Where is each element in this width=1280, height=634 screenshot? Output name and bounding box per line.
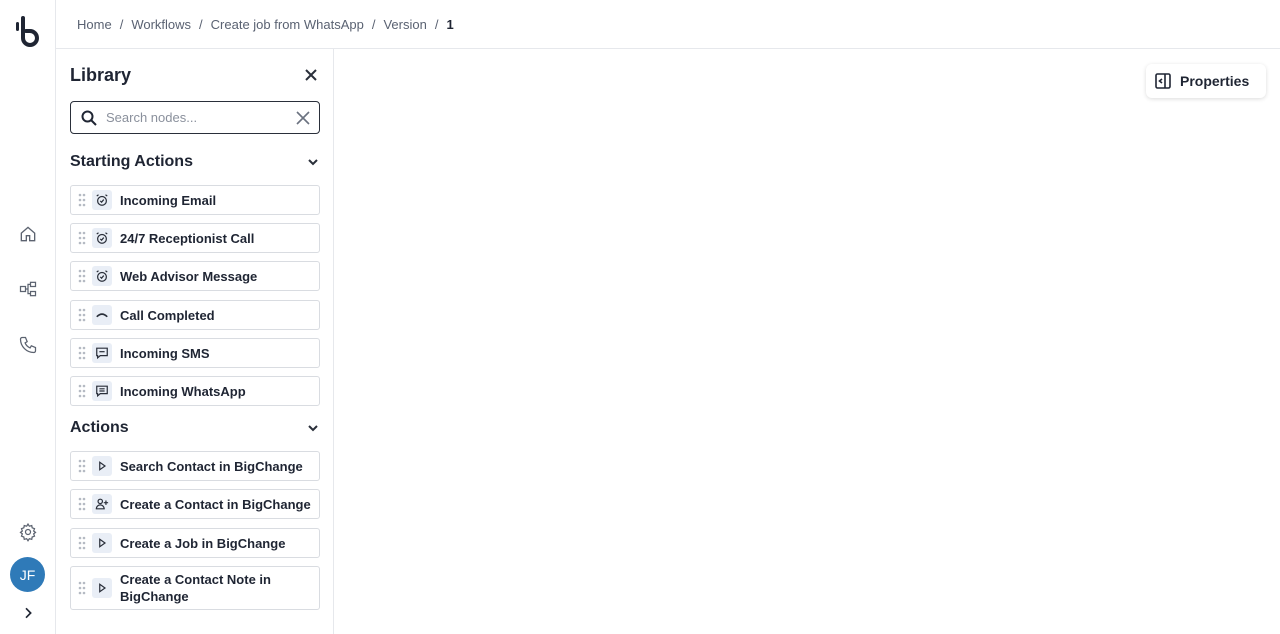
settings-gear-icon[interactable] — [16, 520, 40, 544]
search-input[interactable] — [106, 110, 286, 125]
node-label: Incoming SMS — [120, 345, 210, 361]
node-create-contact[interactable]: Create a Contact in BigChange — [70, 489, 320, 519]
alarm-clock-icon — [92, 266, 112, 286]
expand-chevron-right-icon[interactable] — [16, 601, 40, 625]
node-label: 24/7 Receptionist Call — [120, 230, 255, 246]
chevron-down-icon — [306, 421, 320, 435]
left-rail: JF — [0, 0, 56, 634]
play-icon — [92, 456, 112, 476]
user-add-icon — [92, 494, 112, 514]
drag-handle-icon[interactable] — [78, 193, 86, 207]
app: JF Home / Workflows / Create job from Wh… — [0, 0, 1280, 634]
alarm-clock-icon — [92, 190, 112, 210]
properties-label: Properties — [1180, 73, 1250, 89]
chat-text-icon — [92, 381, 112, 401]
drag-handle-icon[interactable] — [78, 581, 86, 595]
workflows-icon[interactable] — [16, 277, 40, 301]
drag-handle-icon[interactable] — [78, 459, 86, 473]
node-label: Create a Job in BigChange — [120, 535, 286, 551]
node-receptionist-call[interactable]: 24/7 Receptionist Call — [70, 223, 320, 253]
breadcrumb-version[interactable]: Version — [383, 17, 426, 32]
breadcrumb-workflow[interactable]: Create job from WhatsApp — [211, 17, 364, 32]
close-library-icon[interactable] — [302, 66, 320, 84]
breadcrumb-separator: / — [119, 16, 124, 32]
library-panel: Library Starting Actions Incoming Email — [56, 49, 334, 634]
node-label: Create a Contact Note in BigChange — [120, 572, 271, 604]
brand-logo[interactable] — [14, 14, 42, 48]
play-icon — [92, 578, 112, 598]
drag-handle-icon[interactable] — [78, 231, 86, 245]
panel-toggle-icon — [1154, 72, 1172, 90]
node-label: Search Contact in BigChange — [120, 458, 303, 474]
chevron-down-icon — [306, 155, 320, 169]
home-icon[interactable] — [16, 222, 40, 246]
user-avatar[interactable]: JF — [10, 557, 45, 592]
search-box — [70, 101, 320, 134]
section-starting-actions[interactable]: Starting Actions — [70, 150, 320, 174]
workflow-canvas[interactable] — [335, 49, 1280, 634]
node-create-job[interactable]: Create a Job in BigChange — [70, 528, 320, 558]
library-title: Library — [70, 65, 132, 85]
node-label: Call Completed — [120, 307, 215, 323]
node-web-advisor-message[interactable]: Web Advisor Message — [70, 261, 320, 291]
breadcrumb-separator: / — [434, 16, 439, 32]
breadcrumb-current: 1 — [446, 16, 454, 32]
node-incoming-email[interactable]: Incoming Email — [70, 185, 320, 215]
alarm-clock-icon — [92, 228, 112, 248]
breadcrumb-workflows[interactable]: Workflows — [131, 17, 191, 32]
drag-handle-icon[interactable] — [78, 269, 86, 283]
breadcrumb: Home / Workflows / Create job from Whats… — [56, 0, 1280, 49]
node-incoming-whatsapp[interactable]: Incoming WhatsApp — [70, 376, 320, 406]
breadcrumb-separator: / — [199, 16, 203, 32]
phone-icon[interactable] — [16, 333, 40, 357]
search-icon — [80, 109, 98, 127]
node-label: Incoming WhatsApp — [120, 383, 246, 399]
phone-hangup-icon — [92, 305, 112, 325]
properties-button[interactable]: Properties — [1146, 64, 1266, 98]
node-label: Create a Contact in BigChange — [120, 496, 311, 512]
node-label: Incoming Email — [120, 192, 217, 208]
drag-handle-icon[interactable] — [78, 497, 86, 511]
breadcrumb-separator: / — [371, 16, 376, 32]
drag-handle-icon[interactable] — [78, 384, 86, 398]
section-title: Actions — [70, 419, 129, 436]
breadcrumb-home[interactable]: Home — [77, 17, 112, 32]
node-call-completed[interactable]: Call Completed — [70, 300, 320, 330]
node-create-contact-note[interactable]: Create a Contact Note in BigChange — [70, 566, 320, 610]
drag-handle-icon[interactable] — [78, 308, 86, 322]
section-title: Starting Actions — [70, 153, 193, 170]
drag-handle-icon[interactable] — [78, 536, 86, 550]
chat-bubble-icon — [92, 343, 112, 363]
node-incoming-sms[interactable]: Incoming SMS — [70, 338, 320, 368]
section-actions[interactable]: Actions — [70, 416, 320, 440]
clear-search-icon[interactable] — [295, 110, 311, 126]
drag-handle-icon[interactable] — [78, 346, 86, 360]
play-icon — [92, 533, 112, 553]
node-search-contact[interactable]: Search Contact in BigChange — [70, 451, 320, 481]
node-label: Web Advisor Message — [120, 268, 258, 284]
